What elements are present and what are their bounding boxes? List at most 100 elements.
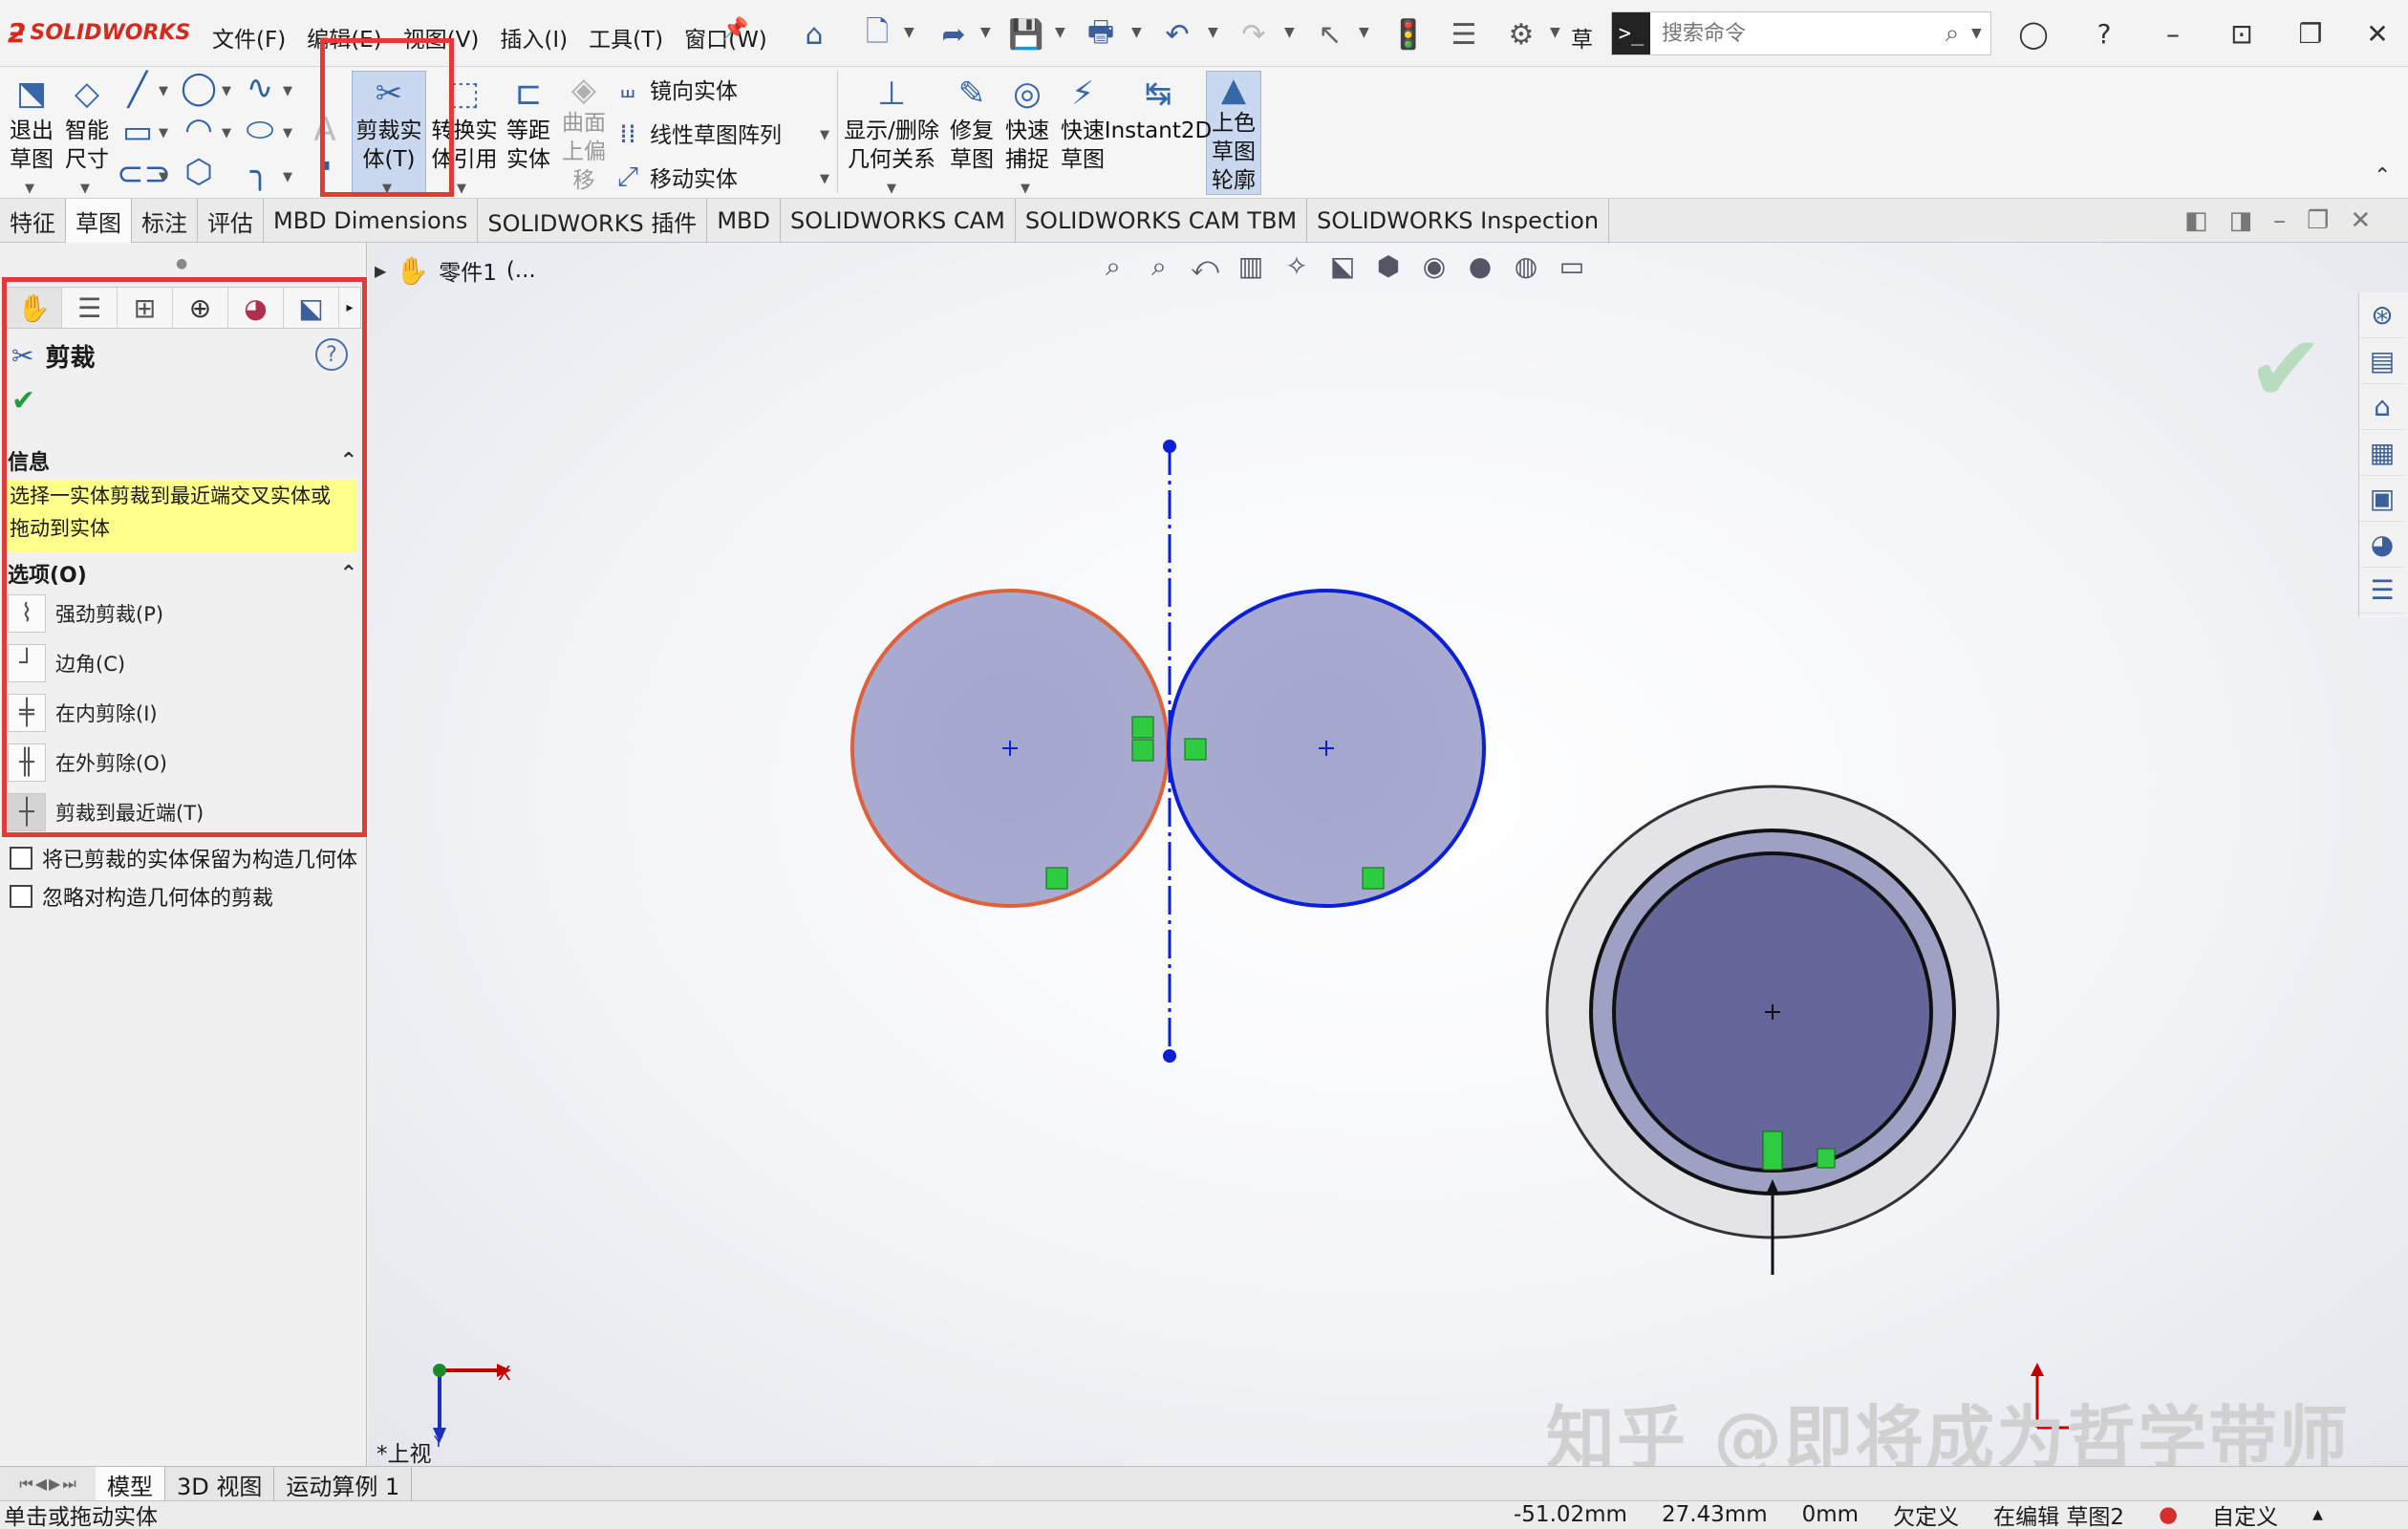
menu-file[interactable]: 文件(F) (208, 19, 290, 55)
first-tab-icon[interactable]: ⏮ (19, 1475, 32, 1494)
quick-snaps-button[interactable]: ◎ 快速 捕捉 (1001, 71, 1053, 195)
doc-close-icon[interactable]: ✕ (2350, 206, 2371, 235)
doc-restore-icon[interactable]: ❐ (2307, 206, 2329, 235)
tab-markup[interactable]: 标注 (132, 199, 198, 243)
chevron-down-icon[interactable]: ▼ (980, 25, 991, 40)
chevron-down-icon[interactable]: ▼ (222, 84, 231, 98)
chevron-down-icon[interactable]: ▼ (820, 128, 829, 142)
ok-check-icon[interactable]: ✔ (11, 384, 35, 418)
chevron-down-icon[interactable]: ▼ (283, 84, 292, 98)
menu-view[interactable]: 视图(V) (399, 19, 484, 55)
collapse-icon[interactable]: ⌃ (340, 449, 357, 473)
help-icon[interactable]: ? (2077, 11, 2131, 55)
chevron-down-icon[interactable]: ▼ (159, 126, 168, 140)
select-icon[interactable]: ↖ (1309, 13, 1351, 55)
line-icon[interactable]: ╱ (117, 71, 159, 109)
chevron-down-icon[interactable]: ▼ (1131, 25, 1142, 40)
feature-manager-tab-icon[interactable]: ✋ (7, 288, 62, 328)
text-icon[interactable]: A (304, 111, 346, 149)
hide-show-items-icon[interactable]: ◉ (1416, 250, 1452, 283)
view-settings-icon[interactable]: ▭ (1554, 250, 1590, 283)
solidworks-logo[interactable]: ƻ SOLIDWORKS (8, 13, 190, 52)
zoom-to-area-icon[interactable]: ⌕ (1141, 250, 1177, 283)
design-library-icon[interactable]: ▤ (2359, 338, 2405, 384)
print-icon[interactable]: 🖶 (1080, 13, 1122, 55)
tab-solidworks-inspection[interactable]: SOLIDWORKS Inspection (1307, 199, 1610, 243)
chevron-up-icon[interactable]: ▲ (2312, 1507, 2323, 1522)
pane-grip-icon[interactable]: ● (176, 256, 187, 271)
chevron-down-icon[interactable]: ▼ (1208, 25, 1218, 40)
chevron-down-icon[interactable]: ▼ (1971, 26, 1990, 41)
zoom-to-fit-icon[interactable]: ⌕ (1095, 250, 1131, 283)
options-gear-icon[interactable]: ⚙ (1500, 13, 1542, 55)
collapse-ribbon-icon[interactable]: ⌃ (2374, 164, 2391, 188)
option-trim-away-outside[interactable]: ╫ 在外剪除(O) (8, 743, 167, 782)
view-palette-icon[interactable]: ▦ (2359, 430, 2405, 476)
repair-sketch-button[interactable]: ✎ 修复 草图 (946, 71, 998, 195)
color-scenes-icon[interactable]: ◕ (2359, 522, 2405, 568)
view-orientation-icon[interactable]: ⬕ (1324, 250, 1361, 283)
tab-solidworks-cam-tbm[interactable]: SOLIDWORKS CAM TBM (1016, 199, 1308, 243)
chevron-down-icon[interactable]: ▼ (80, 182, 90, 196)
tangent-relation-icon[interactable] (1131, 716, 1154, 739)
smart-dimension-button[interactable]: ◇ 智能 尺寸 (59, 71, 115, 195)
chevron-down-icon[interactable]: ▼ (283, 126, 292, 140)
fillet-icon[interactable]: ╮ (239, 153, 281, 191)
polygon-icon[interactable]: ⬡ (178, 153, 220, 191)
chevron-down-icon[interactable]: ▼ (25, 182, 34, 196)
display-style-icon[interactable]: ⬢ (1370, 250, 1407, 283)
coincident-relation-icon[interactable] (1184, 738, 1207, 761)
tab-features[interactable]: 特征 (0, 199, 66, 243)
tab-motion-study[interactable]: 运动算例 1 (274, 1467, 413, 1501)
chevron-down-icon[interactable]: ▼ (904, 25, 914, 40)
rebuild-traffic-light-icon[interactable]: 🚦 (1387, 13, 1430, 55)
tab-scroll-arrow-icon[interactable]: ▸ (339, 288, 360, 328)
chevron-down-icon[interactable]: ▼ (1359, 25, 1369, 40)
new-document-icon[interactable]: 🗋 (856, 13, 898, 55)
chevron-down-icon[interactable]: ▼ (820, 172, 829, 186)
ignore-construction-checkbox[interactable]: 忽略对构造几何体的剪裁 (10, 881, 273, 912)
open-icon[interactable]: ➦ (933, 13, 975, 55)
ellipse-icon[interactable]: ⬭ (239, 111, 281, 149)
menu-edit[interactable]: 编辑(E) (303, 19, 385, 55)
graphics-area[interactable]: X Y (368, 243, 2408, 1466)
chevron-down-icon[interactable]: ▼ (1550, 25, 1560, 40)
keep-trimmed-as-construction-checkbox[interactable]: 将已剪裁的实体保留为构造几何体 (10, 843, 357, 873)
move-entities-button[interactable]: ⤢ 移动实体 (612, 161, 738, 193)
chevron-down-icon[interactable]: ▼ (382, 182, 392, 196)
options-section-header[interactable]: 选项(O) ⌃ (8, 558, 357, 589)
units-selector[interactable]: 自定义 (2212, 1498, 2278, 1529)
menu-tools[interactable]: 工具(T) (585, 19, 667, 55)
tab-mbd-dimensions[interactable]: MBD Dimensions (264, 199, 479, 243)
tab-model[interactable]: 模型 (96, 1467, 165, 1501)
configuration-manager-tab-icon[interactable]: ⊞ (118, 288, 173, 328)
tab-solidworks-addins[interactable]: SOLIDWORKS 插件 (478, 199, 708, 243)
display-delete-relations-button[interactable]: ⊥ 显示/删除 几何关系 (841, 71, 942, 195)
point-icon[interactable]: ▪ (304, 155, 346, 175)
chevron-down-icon[interactable]: ▼ (159, 84, 168, 98)
arc-icon[interactable]: ◠ (178, 111, 220, 149)
menu-insert[interactable]: 插入(I) (496, 19, 571, 55)
flyout-feature-tree[interactable]: ▶ ✋ 零件1 (... (375, 254, 536, 287)
slot-icon[interactable]: ⊂⊃ (117, 155, 171, 193)
chevron-down-icon[interactable]: ▼ (457, 182, 466, 196)
spline-icon[interactable]: ∿ (239, 69, 281, 107)
shaded-sketch-contours-button[interactable]: ▲ 上色 草图 轮廓 (1206, 71, 1261, 195)
mirror-entities-button[interactable]: ⧢ 镜向实体 (612, 73, 738, 105)
chevron-down-icon[interactable]: ▼ (159, 170, 168, 184)
home-icon[interactable]: ⌂ (793, 13, 835, 55)
option-corner[interactable]: ┘ 边角(C) (8, 644, 125, 682)
property-manager-tab-icon[interactable]: ☰ (62, 288, 118, 328)
tab-3d-views[interactable]: 3D 视图 (165, 1467, 275, 1501)
next-tab-icon[interactable]: ▶ (49, 1475, 60, 1493)
offset-on-surface-button[interactable]: ◈ 曲面 上偏 移 (558, 71, 610, 195)
circle-icon[interactable]: ◯ (178, 69, 220, 107)
tab-mbd[interactable]: MBD (707, 199, 781, 243)
info-section-header[interactable]: 信息 ⌃ (8, 445, 357, 476)
tab-solidworks-cam[interactable]: SOLIDWORKS CAM (781, 199, 1016, 243)
save-icon[interactable]: 💾 (1005, 13, 1047, 55)
previous-view-icon[interactable]: ⤺ (1187, 250, 1223, 283)
apply-scene-icon[interactable]: ◍ (1508, 250, 1544, 283)
option-power-trim[interactable]: ⌇ 强劲剪裁(P) (8, 594, 163, 633)
instant2d-button[interactable]: ↹ Instant2D (1105, 71, 1212, 195)
